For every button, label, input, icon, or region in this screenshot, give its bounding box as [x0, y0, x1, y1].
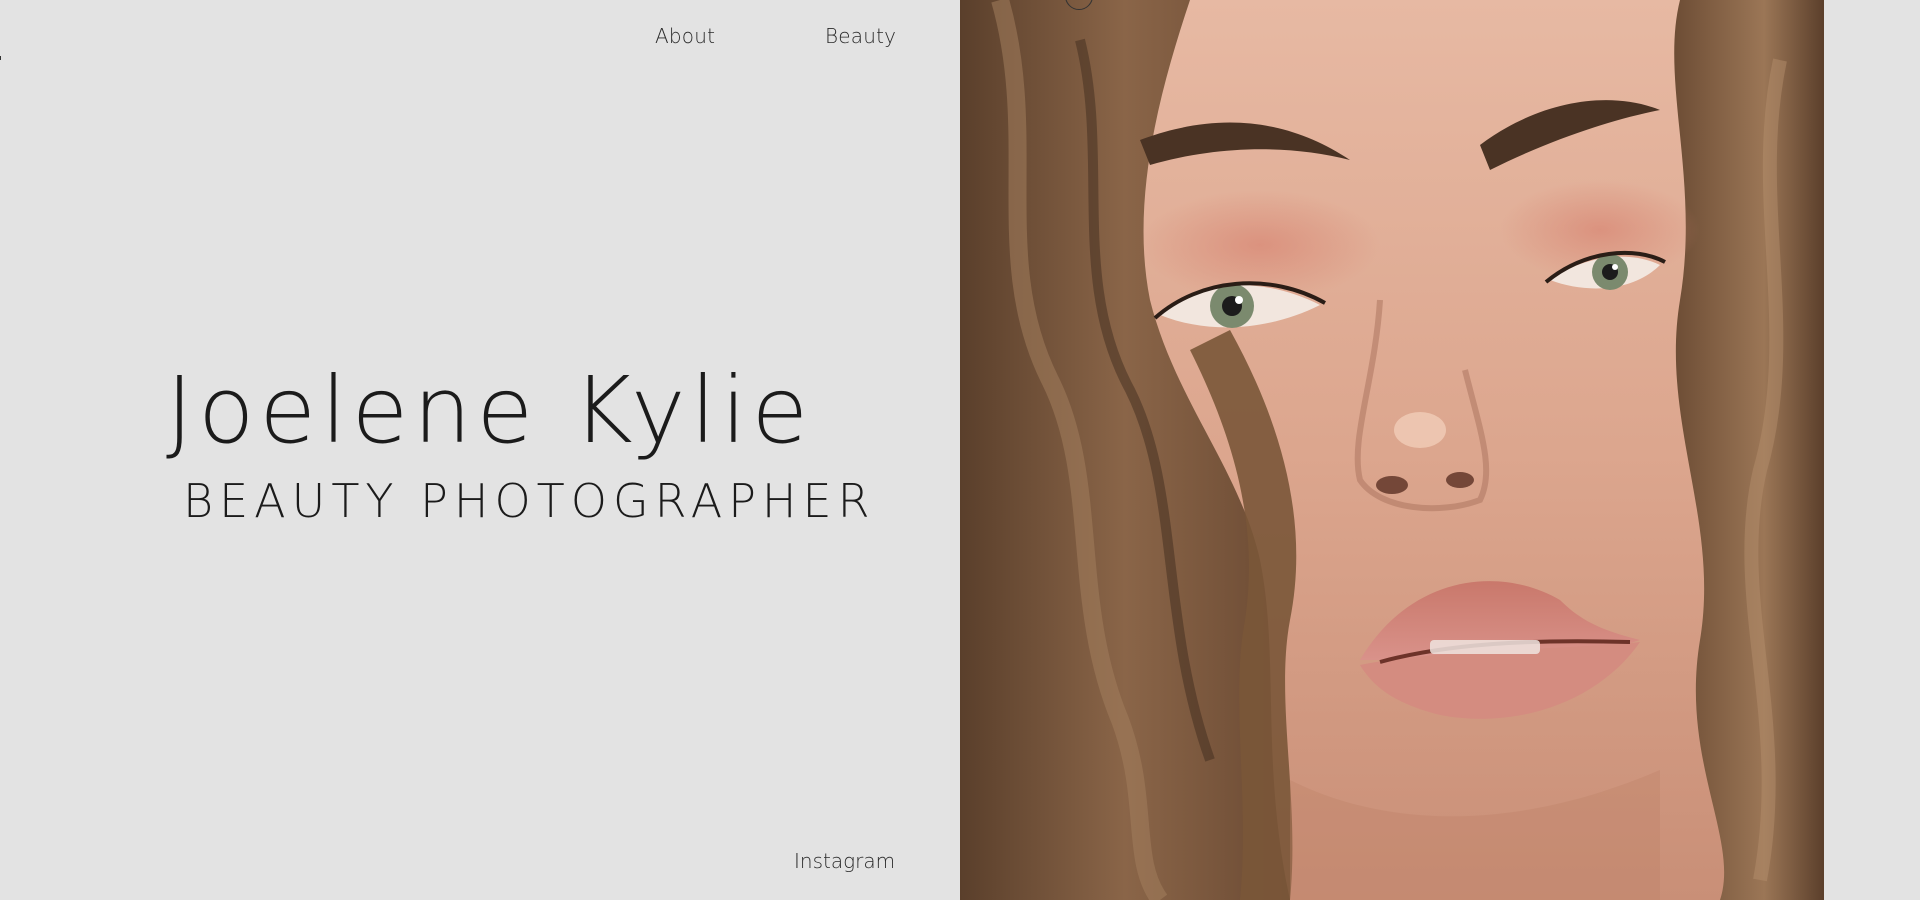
photographer-name: Joelene Kylie	[166, 357, 814, 464]
right-margin	[1824, 0, 1920, 900]
hero-portrait-image	[960, 0, 1824, 900]
corner-mark	[0, 56, 4, 60]
top-nav: About Beauty	[0, 24, 960, 54]
landing-page: About Beauty Joelene Kylie BEAUTY PHOTOG…	[0, 0, 1920, 900]
photographer-role: BEAUTY PHOTOGRAPHER	[183, 474, 876, 528]
nav-link-beauty[interactable]: Beauty	[825, 24, 896, 48]
nav-link-about[interactable]: About	[655, 24, 715, 48]
instagram-link[interactable]: Instagram	[794, 849, 895, 873]
